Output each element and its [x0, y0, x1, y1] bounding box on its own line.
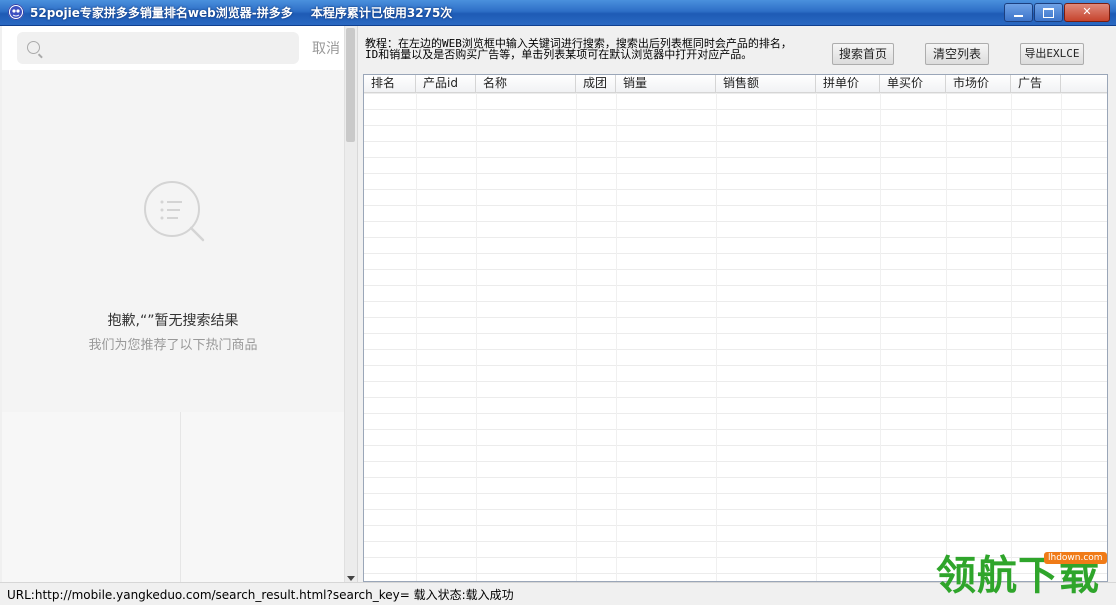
results-grid[interactable]: 排名 产品id 名称 成团 销量 销售额 拼单价 单买价 市场价 广告: [363, 74, 1108, 582]
empty-result-area: 抱歉,“”暂无搜索结果 我们为您推荐了以下热门商品: [2, 70, 344, 412]
column-header-product-id[interactable]: 产品id: [416, 75, 476, 92]
tutorial-line-2: ID和销量以及是否购买广告等，单击列表某项可在默认浏览器中打开对应产品。: [365, 48, 753, 61]
search-box[interactable]: [17, 32, 299, 66]
watermark-badge: lhdown.com: [1044, 552, 1107, 564]
grid-column-line: [946, 93, 947, 581]
grid-column-line: [416, 93, 417, 581]
web-browser-panel: 取消 抱歉,“”暂无搜索结果 我们为您推荐了以下热门商品: [2, 26, 357, 582]
grid-column-line: [880, 93, 881, 581]
window-controls: ✕: [1003, 3, 1110, 22]
close-icon: ✕: [1082, 5, 1092, 18]
export-excel-button[interactable]: 导出EXLCE: [1020, 43, 1084, 65]
no-result-message: 抱歉,“”暂无搜索结果: [107, 313, 239, 329]
status-text: URL:http://mobile.yangkeduo.com/search_r…: [7, 588, 514, 602]
app-logo-icon: [8, 4, 24, 20]
grid-column-line: [1011, 93, 1012, 581]
grid-column-line: [816, 93, 817, 581]
browser-scrollbar-thumb[interactable]: [346, 28, 355, 142]
grid-column-line: [576, 93, 577, 581]
column-header-sales[interactable]: 销量: [616, 75, 716, 92]
grid-header: 排名 产品id 名称 成团 销量 销售额 拼单价 单买价 市场价 广告: [364, 75, 1107, 93]
tutorial-text: 教程：在左边的WEB浏览框中输入关键词进行搜索，搜索出后列表框同时会产品的排名，…: [365, 38, 825, 60]
clear-list-button[interactable]: 清空列表: [925, 43, 989, 65]
recommend-message: 我们为您推荐了以下热门商品: [88, 338, 258, 353]
grid-column-line: [716, 93, 717, 581]
product-column-divider: [180, 412, 181, 582]
column-header-group-price[interactable]: 拼单价: [816, 75, 880, 92]
search-home-button[interactable]: 搜索首页: [832, 43, 894, 65]
window-title-text: 52pojie专家拼多多销量排名web浏览器-拼多多: [30, 6, 293, 20]
column-header-revenue[interactable]: 销售额: [716, 75, 816, 92]
panel-splitter[interactable]: [357, 26, 362, 582]
close-button[interactable]: ✕: [1064, 3, 1110, 22]
maximize-button[interactable]: [1034, 3, 1063, 22]
column-header-market-price[interactable]: 市场价: [946, 75, 1011, 92]
cancel-button[interactable]: 取消: [312, 38, 340, 58]
title-bar: 52pojie专家拼多多销量排名web浏览器-拼多多 本程序累计已使用3275次…: [0, 0, 1116, 26]
search-icon: [27, 41, 40, 54]
grid-column-line: [476, 93, 477, 581]
maximize-icon: [1043, 8, 1054, 18]
column-header-ad[interactable]: 广告: [1011, 75, 1061, 92]
column-header-name[interactable]: 名称: [476, 75, 576, 92]
column-header-rank[interactable]: 排名: [364, 75, 416, 92]
window-title: 52pojie专家拼多多销量排名web浏览器-拼多多 本程序累计已使用3275次: [30, 4, 452, 21]
browser-search-bar: 取消: [2, 26, 344, 70]
minimize-icon: [1014, 15, 1023, 17]
recommended-products-area[interactable]: [2, 412, 344, 582]
usage-count-text: 本程序累计已使用3275次: [310, 6, 453, 20]
watermark-logo: 领航下载 lhdown.com: [936, 552, 1114, 604]
empty-search-icon: [144, 181, 205, 242]
grid-column-line: [616, 93, 617, 581]
browser-scrollbar[interactable]: [344, 26, 357, 582]
scroll-down-arrow-icon[interactable]: [347, 576, 355, 581]
grid-column-line: [1061, 93, 1062, 581]
column-header-group[interactable]: 成团: [576, 75, 616, 92]
column-header-single-price[interactable]: 单买价: [880, 75, 946, 92]
minimize-button[interactable]: [1004, 3, 1033, 22]
search-input[interactable]: [49, 32, 293, 66]
